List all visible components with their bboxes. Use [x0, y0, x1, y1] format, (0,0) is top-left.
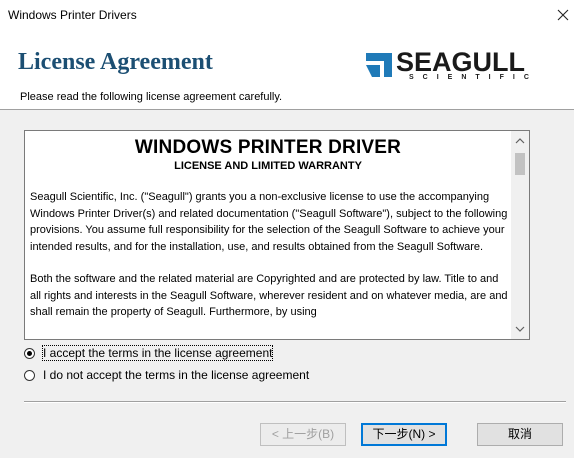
vertical-scrollbar[interactable] [511, 131, 529, 339]
close-icon[interactable] [552, 0, 574, 30]
seagull-mark-icon [366, 53, 392, 77]
scrollbar-thumb[interactable] [515, 153, 525, 175]
license-content: WINDOWS PRINTER DRIVER LICENSE AND LIMIT… [25, 131, 511, 321]
scroll-down-icon[interactable] [511, 321, 529, 337]
wizard-header: License Agreement Please read the follow… [0, 30, 574, 110]
button-separator [24, 401, 566, 403]
decline-radio-label[interactable]: I do not accept the terms in the license… [43, 368, 309, 382]
seagull-logo: SEAGULL SCIENTIFIC [364, 47, 544, 87]
back-button[interactable]: < 上一步(B) [260, 423, 346, 446]
accept-option[interactable]: I accept the terms in the license agreem… [24, 345, 274, 361]
page-title: License Agreement [18, 49, 213, 75]
license-paragraph: Seagull Scientific, Inc. ("Seagull") gra… [30, 191, 508, 253]
decline-option[interactable]: I do not accept the terms in the license… [24, 367, 309, 383]
accept-radio[interactable] [24, 347, 35, 359]
window-title: Windows Printer Drivers [8, 8, 137, 22]
license-text-box[interactable]: WINDOWS PRINTER DRIVER LICENSE AND LIMIT… [24, 130, 530, 340]
license-paragraph: Both the software and the related materi… [30, 273, 508, 318]
page-subtitle: Please read the following license agreem… [20, 91, 283, 103]
accept-radio-label[interactable]: I accept the terms in the license agreem… [41, 345, 274, 361]
logo-tagline: SCIENTIFIC [409, 74, 538, 81]
license-subheading: LICENSE AND LIMITED WARRANTY [174, 160, 362, 172]
logo-wordmark: SEAGULL [396, 47, 526, 77]
cancel-button[interactable]: 取消 [477, 423, 563, 446]
license-heading: WINDOWS PRINTER DRIVER [134, 137, 402, 158]
title-bar: Windows Printer Drivers [0, 0, 574, 30]
next-button[interactable]: 下一步(N) > [361, 423, 447, 446]
scroll-up-icon[interactable] [511, 133, 529, 149]
decline-radio[interactable] [24, 369, 35, 381]
